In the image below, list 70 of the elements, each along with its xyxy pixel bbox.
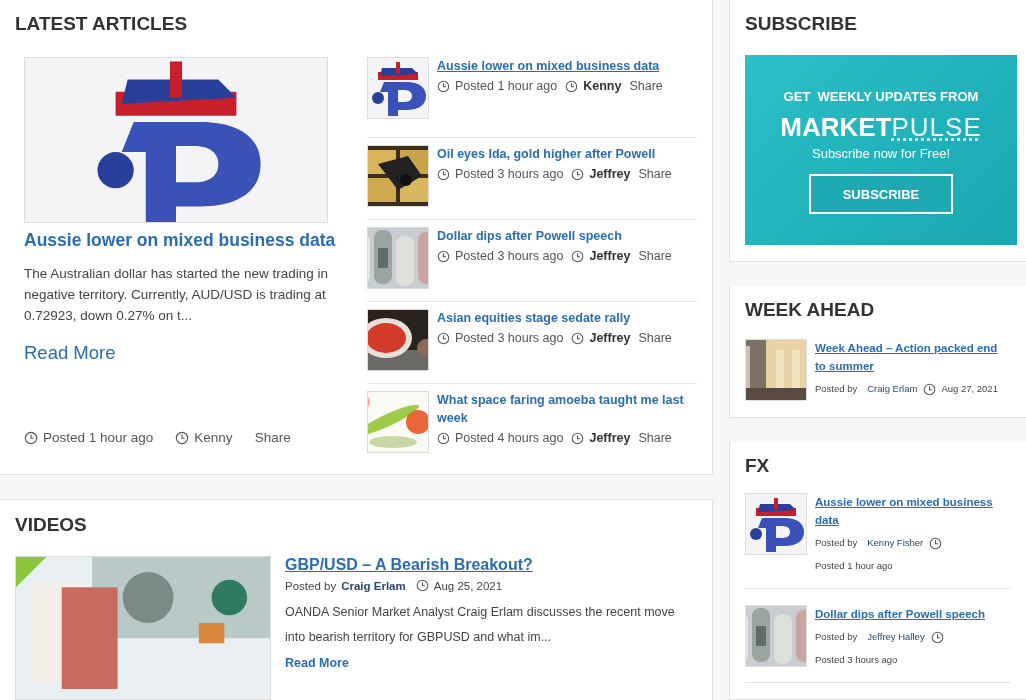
author-name: Kenny Fisher <box>867 536 924 550</box>
subscribe-button[interactable]: SUBSCRIBE <box>809 174 953 214</box>
post-time: Posted 3 hours ago <box>815 653 898 667</box>
share-link[interactable]: Share <box>638 331 672 345</box>
author-name: Craig Erlam <box>341 579 406 592</box>
post-date: Aug 27, 2021 <box>941 382 998 396</box>
share-link[interactable]: Share <box>638 167 672 181</box>
author-name: Jeffrey Halley <box>867 630 925 644</box>
article-title-link[interactable]: What space faring amoeba taught me last week <box>437 391 697 427</box>
post-time: Posted 4 hours ago <box>455 431 564 445</box>
author-name: Kenny <box>583 79 622 93</box>
video-title-link[interactable]: GBP/USD – A Bearish Breakout? <box>285 556 675 574</box>
clock-icon <box>437 431 450 445</box>
share-link[interactable]: Share <box>638 249 672 263</box>
article-title-link[interactable]: Oil eyes Ida, gold higher after Powell <box>437 145 672 163</box>
author-name: Jeffrey <box>589 431 631 445</box>
article-title-link[interactable]: Asian equities stage sedate rally <box>437 309 672 327</box>
clock-icon <box>437 167 450 181</box>
read-more-link[interactable]: Read More <box>24 342 348 364</box>
clock-icon <box>415 579 429 592</box>
clock-icon <box>923 382 937 396</box>
article-title-link[interactable]: Week Ahead – Action packed end to summer <box>815 339 1011 375</box>
share-link[interactable]: Share <box>254 430 291 445</box>
banner-tagline: Subscribe now for Free! <box>812 146 950 161</box>
post-date: Aug 25, 2021 <box>433 579 503 592</box>
clock-icon <box>437 331 450 345</box>
posted-by-label: Posted by <box>815 536 858 550</box>
brand-name: PULSE <box>891 112 982 142</box>
clock-icon <box>437 249 450 263</box>
article-title-link[interactable]: Dollar dips after Powell speech <box>437 227 672 245</box>
share-link[interactable]: Share <box>638 431 672 445</box>
clock-icon <box>571 331 585 345</box>
post-time: Posted 3 hours ago <box>455 249 564 263</box>
clock-icon <box>565 79 579 93</box>
author-name: Craig Erlam <box>867 382 918 396</box>
clock-icon <box>24 430 38 445</box>
clock-icon <box>571 167 585 181</box>
post-time: Posted 3 hours ago <box>455 167 564 181</box>
posted-by-label: Posted by <box>815 382 858 396</box>
clock-icon <box>437 79 450 93</box>
read-more-link[interactable]: Read More <box>285 656 675 670</box>
clock-icon <box>571 249 585 263</box>
post-time: Posted 1 hour ago <box>455 79 558 93</box>
banner-headline: GET WEEKLY UPDATES FROM <box>783 89 979 104</box>
section-heading: WEEK AHEAD <box>745 299 876 321</box>
section-heading: VIDEOS <box>15 514 88 536</box>
author-name: Jeffrey <box>589 249 631 263</box>
post-time: Posted 1 hour ago <box>43 430 154 445</box>
article-title-link[interactable]: Aussie lower on mixed business data <box>815 493 1011 529</box>
post-time: Posted 3 hours ago <box>455 331 564 345</box>
author-name: Jeffrey <box>589 331 631 345</box>
brand-name: MARKET <box>780 112 892 142</box>
posted-by-label: Posted by <box>815 630 858 644</box>
share-link[interactable]: Share <box>629 79 663 93</box>
author-name: Kenny <box>194 430 233 445</box>
clock-icon <box>929 536 943 550</box>
article-title-link[interactable]: Dollar dips after Powell speech <box>815 605 1011 623</box>
posted-by-label: Posted by <box>285 579 337 592</box>
post-time: Posted 1 hour ago <box>815 559 893 573</box>
article-title-link[interactable]: Aussie lower on mixed business data <box>437 57 663 75</box>
clock-icon <box>571 431 585 445</box>
article-excerpt: The Australian dollar has started the new trading in negative territory. Currently, AUD/USD is trading at 0.72923, down 0.27% on t... <box>24 265 329 325</box>
section-heading: LATEST ARTICLES <box>15 13 189 35</box>
video-description: OANDA Senior Market Analyst Craig Erlam discusses the recent move into bearish territory for GBPUSD and what im... <box>285 604 675 646</box>
section-heading: SUBSCRIBE <box>745 13 858 35</box>
clock-icon <box>930 630 944 644</box>
author-name: Jeffrey <box>589 167 631 181</box>
section-heading: FX <box>745 455 771 477</box>
article-title-link[interactable]: Aussie lower on mixed business data <box>24 229 336 251</box>
clock-icon <box>175 430 190 445</box>
